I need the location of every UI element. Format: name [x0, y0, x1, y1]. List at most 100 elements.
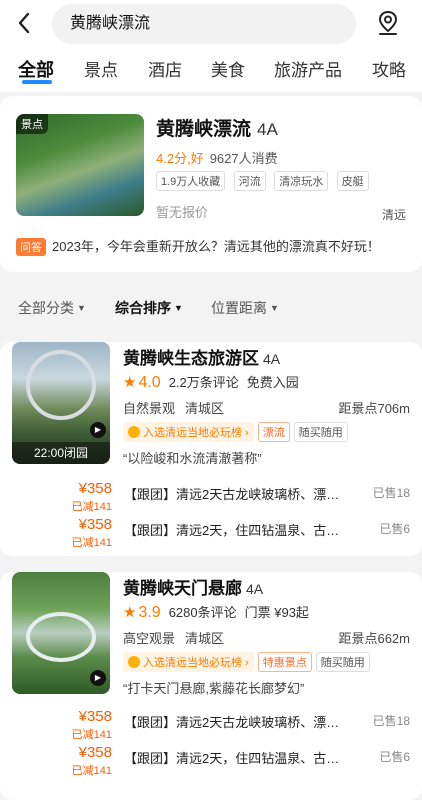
filter-sort-label: 综合排序: [115, 300, 171, 316]
glass-bridge-ring: [26, 350, 96, 420]
grade-label: 4A: [246, 581, 264, 597]
rating-row: ★ 3.9 6280条评论 门票 ¥93起: [123, 602, 309, 622]
score-row: 4.2分,好 9627人消费: [156, 148, 278, 167]
city-label: 清远: [381, 208, 406, 222]
top-bar: 黄腾峡漂流: [0, 0, 422, 48]
deal-price: ¥358: [78, 480, 112, 497]
review-quote: “打卡天门悬廊,紫藤花长廊梦幻”: [123, 681, 305, 696]
list-item[interactable]: ▶ 黄腾峡天门悬廊 4A ★ 3.9 6280条评论 门票 ¥93起 高空观景 清城区 距…: [0, 572, 422, 800]
deal-discount: 已减141: [71, 537, 112, 549]
tag-row: 入选清远当地必玩榜 › 特惠景点 随买随用: [123, 652, 374, 672]
distance-label: 距景点706m: [338, 401, 410, 416]
rank-tag[interactable]: 入选清远当地必玩榜 ›: [123, 652, 254, 672]
tab-food[interactable]: 美食: [211, 56, 245, 81]
list-item[interactable]: ▶ 22:00闭园 黄腾峡生态旅游区 4A ★ 4.0 2.2万条评论 免费入园 自然景…: [0, 342, 422, 556]
filter-distance-label: 位置距离: [211, 300, 267, 316]
city-label: 清城区: [185, 401, 225, 416]
rating-value: 4.0: [138, 374, 161, 391]
caret-down-icon: ▼: [174, 303, 183, 313]
score-text: 4.2分,好: [156, 151, 204, 166]
review-quote: “以险峻和水流清澈著称”: [123, 451, 262, 466]
deal-price: ¥358: [78, 744, 112, 761]
review-count: 6280条评论: [168, 605, 237, 620]
medal-icon: [128, 426, 140, 438]
filter-distance[interactable]: 位置距离 ▼: [211, 298, 279, 318]
deal-title: 【跟团】清远2天古龙峡玻璃桥、漂…: [124, 715, 340, 730]
attraction-photo: 景点: [16, 114, 144, 216]
deal-price: ¥358: [78, 516, 112, 533]
attraction-photo: ▶: [12, 572, 110, 694]
deal-title: 【跟团】清远2天，住四钻温泉、古…: [124, 751, 340, 766]
deal-sold: 已售6: [379, 522, 410, 536]
grade-label: 4A: [263, 351, 281, 367]
category-tabs: 全部 景点 酒店 美食 旅游产品 攻略: [0, 48, 422, 92]
rank-tag-label: 入选清远当地必玩榜: [143, 427, 242, 439]
search-input[interactable]: 黄腾峡漂流: [52, 4, 356, 44]
deal-price: ¥358: [78, 708, 112, 725]
filter-bar: 全部分类 ▼ 综合排序 ▼ 位置距离 ▼: [0, 290, 422, 324]
play-icon[interactable]: ▶: [90, 422, 106, 438]
deal-sold: 已售6: [379, 750, 410, 764]
type-label: 自然景观: [123, 401, 176, 416]
star-icon: ★: [123, 604, 137, 621]
item-title: 黄腾峡天门悬廊 4A: [123, 574, 263, 599]
deal-sold: 已售18: [372, 486, 410, 500]
extra-tag: 随买随用: [293, 422, 348, 442]
medal-icon: [128, 656, 140, 668]
chip: 河流: [233, 171, 266, 191]
qa-text: 2023年，今年会重新开放么？清远其他的漂流真不好玩！: [52, 239, 380, 254]
qa-tag: 问答: [16, 238, 46, 256]
chip: 清凉玩水: [274, 171, 329, 191]
deal-row[interactable]: ¥358 已减141 【跟团】清远2天古龙峡玻璃桥、漂… 已售18: [0, 480, 422, 516]
deal-row[interactable]: ¥358 已减141 【跟团】清远2天，住四钻温泉、古… 已售6: [0, 744, 422, 780]
title-text: 黄腾峡天门悬廊: [123, 579, 242, 598]
closing-time: 22:00闭园: [12, 442, 110, 464]
distance-label: 距景点662m: [338, 631, 410, 646]
tab-all[interactable]: 全部: [18, 56, 54, 82]
price-note: 暂无报价: [156, 205, 209, 220]
star-icon: ★: [123, 374, 137, 391]
tab-attractions[interactable]: 景点: [84, 56, 118, 81]
deal-discount: 已减141: [71, 729, 112, 741]
deal-title: 【跟团】清远2天古龙峡玻璃桥、漂…: [124, 487, 340, 502]
caret-down-icon: ▼: [77, 303, 86, 313]
category-tag: 特惠景点: [257, 652, 312, 672]
back-arrow-icon[interactable]: [14, 10, 36, 36]
deal-row[interactable]: ¥358 已减141 【跟团】清远2天古龙峡玻璃桥、漂… 已售18: [0, 708, 422, 744]
item-title: 黄腾峡生态旅游区 4A: [123, 344, 280, 369]
result-title: 黄腾峡漂流 4A: [156, 114, 278, 141]
attraction-photo: ▶ 22:00闭园: [12, 342, 110, 464]
deal-row[interactable]: ¥358 已减141 【跟团】清远2天，住四钻温泉、古… 已售6: [0, 516, 422, 552]
consume-count: 9627人消费: [209, 151, 278, 166]
rating-value: 3.9: [138, 604, 161, 621]
feature-chips: 1.9万人收藏 河流 清凉玩水 皮艇: [156, 171, 373, 191]
filter-sort[interactable]: 综合排序 ▼: [115, 298, 183, 318]
location-pin-icon[interactable]: [374, 9, 402, 37]
skywalk-ring: [26, 612, 96, 662]
filter-category[interactable]: 全部分类 ▼: [18, 298, 86, 318]
rating-row: ★ 4.0 2.2万条评论 免费入园: [123, 372, 299, 392]
filter-category-label: 全部分类: [18, 300, 74, 316]
deal-title: 【跟团】清远2天，住四钻温泉、古…: [124, 523, 340, 538]
city-label: 清城区: [185, 631, 225, 646]
rank-tag[interactable]: 入选清远当地必玩榜 ›: [123, 422, 254, 442]
title-text: 黄腾峡漂流: [156, 119, 252, 140]
image-tag: 景点: [16, 114, 48, 134]
deal-sold: 已售18: [372, 714, 410, 728]
title-text: 黄腾峡生态旅游区: [123, 349, 259, 368]
ticket-info: 门票 ¥93起: [244, 605, 309, 620]
deal-discount: 已减141: [71, 765, 112, 777]
tab-guides[interactable]: 攻略: [372, 56, 406, 81]
meta-row: 高空观景 清城区: [123, 628, 224, 647]
qa-row[interactable]: 问答 2023年，今年会重新开放么？清远其他的漂流真不好玩！: [16, 236, 380, 256]
rank-tag-label: 入选清远当地必玩榜: [143, 657, 242, 669]
caret-down-icon: ▼: [270, 303, 279, 313]
deal-discount: 已减141: [71, 501, 112, 513]
tab-hotels[interactable]: 酒店: [148, 56, 182, 81]
active-tab-indicator: [22, 80, 52, 84]
top-result-card[interactable]: 景点 黄腾峡漂流 4A 4.2分,好 9627人消费 1.9万人收藏 河流 清凉玩水…: [0, 96, 422, 272]
tab-travel-products[interactable]: 旅游产品: [274, 56, 342, 81]
play-icon[interactable]: ▶: [90, 670, 106, 686]
grade-label: 4A: [257, 120, 278, 139]
chip: 1.9万人收藏: [156, 171, 226, 191]
